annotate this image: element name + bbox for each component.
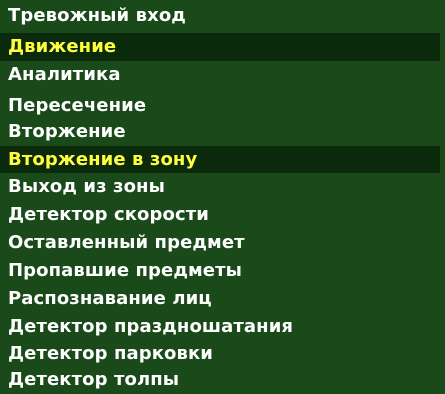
submenu-item-intrusion[interactable]: Вторжение (0, 118, 440, 146)
menu-item-label: Движение (8, 36, 117, 57)
submenu-item-label: Детектор парковки (8, 343, 214, 364)
menu-item-alarm-input[interactable]: Тревожный вход (0, 2, 440, 30)
submenu-item-zone-exit[interactable]: Выход из зоны (0, 173, 440, 201)
submenu-item-label: Оставленный предмет (8, 232, 245, 253)
submenu-item-label: Детектор праздношатания (8, 316, 294, 337)
submenu-item-missing-objects[interactable]: Пропавшие предметы (0, 257, 440, 285)
submenu-item-label: Распознавание лиц (8, 288, 212, 309)
osd-menu: Тревожный вход Движение Аналитика Пересе… (0, 0, 445, 394)
submenu-item-line-crossing[interactable]: Пересечение (0, 92, 440, 120)
submenu-item-label: Пересечение (8, 95, 147, 116)
submenu-item-left-object[interactable]: Оставленный предмет (0, 229, 440, 257)
submenu-item-loitering-detector[interactable]: Детектор праздношатания (0, 313, 440, 341)
submenu-item-face-recognition[interactable]: Распознавание лиц (0, 285, 440, 313)
submenu-item-label: Вторжение (8, 121, 126, 142)
submenu-item-zone-entry[interactable]: Вторжение в зону (0, 146, 440, 174)
submenu-item-speed-detector[interactable]: Детектор скорости (0, 201, 440, 229)
menu-item-motion[interactable]: Движение (0, 33, 440, 61)
menu-item-label: Аналитика (8, 64, 121, 85)
submenu-item-label: Выход из зоны (8, 176, 165, 197)
menu-item-analytics[interactable]: Аналитика (0, 61, 440, 89)
submenu-item-label: Вторжение в зону (8, 149, 198, 170)
submenu-item-label: Пропавшие предметы (8, 260, 242, 281)
menu-item-label: Тревожный вход (8, 5, 186, 26)
submenu-item-label: Детектор скорости (8, 204, 209, 225)
submenu-item-parking-detector[interactable]: Детектор парковки (0, 340, 440, 368)
submenu-item-label: Детектор толпы (8, 369, 180, 390)
